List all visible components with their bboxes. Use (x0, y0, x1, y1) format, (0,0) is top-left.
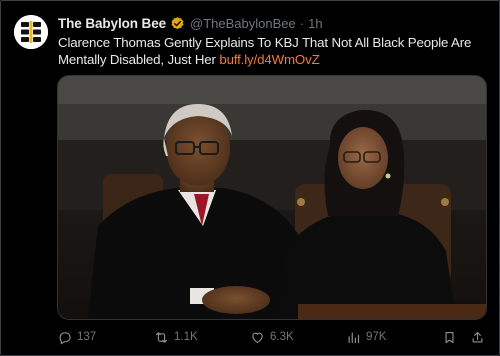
like-icon (252, 332, 263, 343)
verified-badge-icon (170, 16, 185, 31)
bookmark-icon (445, 331, 454, 343)
tweet-image[interactable] (57, 75, 487, 320)
share-button[interactable] (470, 327, 490, 347)
reply-icon (59, 331, 71, 345)
repost-count: 1.1K (174, 331, 198, 343)
tweet-text: Clarence Thomas Gently Explains To KBJ T… (58, 34, 488, 68)
account-handle[interactable]: @TheBabylonBee (190, 16, 296, 31)
account-name[interactable]: The Babylon Bee (58, 16, 166, 31)
reply-button[interactable]: 137 (57, 327, 96, 347)
post-timestamp[interactable]: 1h (308, 16, 322, 31)
babylon-bee-logo (14, 15, 48, 49)
separator-dot: · (299, 15, 305, 31)
view-count: 97K (366, 331, 387, 343)
action-bar: 137 1.1K 6.3K 97K (57, 327, 487, 347)
views-icon (348, 332, 360, 343)
babylon-bee-logo-avatar[interactable] (14, 15, 48, 49)
share-icon (472, 331, 483, 342)
reply-count: 137 (77, 331, 97, 343)
bookmark-button[interactable] (442, 327, 462, 347)
tweet-link[interactable]: buff.ly/d4WmOvZ (219, 52, 319, 67)
like-button[interactable]: 6.3K (250, 327, 294, 347)
like-count: 6.3K (270, 331, 294, 343)
photo-two-justices (58, 76, 486, 319)
views-button[interactable]: 97K (346, 327, 386, 347)
tweet-header: The Babylon Bee @TheBabylonBee · 1h (58, 14, 323, 32)
tweet-card[interactable]: The Babylon Bee @TheBabylonBee · 1h Clar… (0, 0, 500, 356)
repost-icon (155, 331, 168, 343)
repost-button[interactable]: 1.1K (154, 327, 198, 347)
